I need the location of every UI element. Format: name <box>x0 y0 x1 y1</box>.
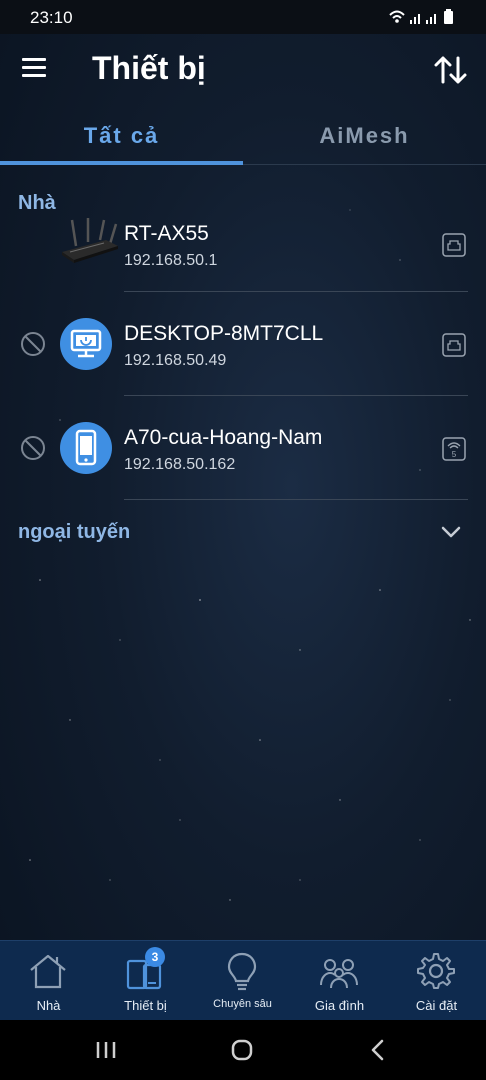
home-icon <box>30 954 66 989</box>
nav-home[interactable]: Nhà <box>0 941 97 1021</box>
wifi-5ghz-icon: 5 <box>442 437 466 461</box>
device-ip: 192.168.50.1 <box>124 252 218 269</box>
nav-settings[interactable]: Cài đặt <box>388 941 485 1021</box>
device-name: A70-cua-Hoang-Nam <box>124 426 323 449</box>
app-header: Thiết bị <box>0 34 486 106</box>
family-icon <box>320 959 358 989</box>
row-divider <box>124 499 468 500</box>
tab-active-indicator <box>0 161 243 165</box>
row-divider <box>124 395 468 396</box>
device-ip: 192.168.50.49 <box>124 352 227 369</box>
device-ip: 192.168.50.162 <box>124 456 236 473</box>
block-device-icon[interactable] <box>20 435 46 461</box>
ethernet-port-icon <box>442 233 466 257</box>
nav-insight[interactable]: Chuyên sâu <box>194 941 291 1021</box>
hamburger-menu-icon[interactable] <box>18 54 52 84</box>
home-button-icon[interactable] <box>212 1030 272 1070</box>
nav-label: Chuyên sâu <box>213 998 272 1010</box>
router-icon <box>62 218 118 263</box>
status-icons <box>389 9 453 24</box>
nav-label: Nhà <box>36 998 61 1013</box>
back-icon[interactable] <box>348 1030 408 1070</box>
offline-label: ngoại tuyến <box>18 521 131 543</box>
device-row-desktop[interactable]: DESKTOP-8MT7CLL 192.168.50.49 <box>0 296 486 396</box>
tab-bar: Tất cả AiMesh <box>0 108 486 166</box>
block-device-icon[interactable] <box>20 331 46 357</box>
ethernet-port-icon <box>442 333 466 357</box>
bottom-navigation: Nhà 3 Thiết bị Chuyên sâu Gia đình Cài đ… <box>0 940 486 1021</box>
recent-apps-icon[interactable] <box>76 1030 136 1070</box>
row-divider <box>124 291 468 292</box>
nav-family[interactable]: Gia đình <box>291 941 388 1021</box>
gear-icon <box>417 953 455 989</box>
desktop-computer-icon <box>60 318 112 370</box>
lightbulb-icon <box>227 952 257 991</box>
device-row-phone[interactable]: A70-cua-Hoang-Nam 192.168.50.162 5 <box>0 400 486 500</box>
nav-label: Cài đặt <box>415 998 458 1013</box>
sort-arrows-icon[interactable] <box>432 52 470 88</box>
device-name: DESKTOP-8MT7CLL <box>124 322 324 345</box>
nav-label: Gia đình <box>314 998 365 1013</box>
device-name: RT-AX55 <box>124 222 209 245</box>
page-title: Thiết bị <box>92 50 206 86</box>
system-navigation-bar <box>0 1020 486 1080</box>
offline-section-toggle[interactable]: ngoại tuyến <box>0 515 486 555</box>
nav-devices[interactable]: 3 Thiết bị <box>97 941 194 1021</box>
nav-label: Thiết bị <box>124 998 167 1013</box>
devices-count-badge: 3 <box>145 947 165 967</box>
device-row-router[interactable]: RT-AX55 192.168.50.1 <box>0 196 486 296</box>
svg-text:5: 5 <box>452 450 457 459</box>
status-time: 23:10 <box>30 8 73 27</box>
tab-aimesh[interactable]: AiMesh <box>243 108 486 166</box>
chevron-down-icon <box>441 526 461 538</box>
smartphone-icon <box>60 422 112 474</box>
status-bar: 23:10 <box>0 0 486 34</box>
tab-all[interactable]: Tất cả <box>0 108 243 166</box>
